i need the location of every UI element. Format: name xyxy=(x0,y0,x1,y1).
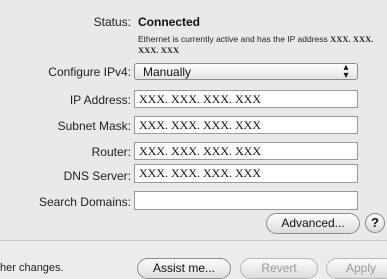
subnet-mask-field[interactable]: XXX. XXX. XXX. XXX xyxy=(134,116,358,134)
updown-arrows-icon: ▴ ▾ xyxy=(343,62,349,81)
footer-text: her changes. xyxy=(0,262,64,274)
configure-ipv4-value: Manually xyxy=(143,65,192,79)
assist-me-button[interactable]: Assist me... xyxy=(137,258,231,279)
status-description-text: Ethernet is currently active and has the… xyxy=(138,34,328,44)
search-domains-field[interactable] xyxy=(134,191,358,210)
ip-address-label: IP Address: xyxy=(69,93,131,107)
configure-ipv4-label: Configure IPv4: xyxy=(48,65,131,79)
advanced-button[interactable]: Advanced... xyxy=(266,213,360,234)
status-label: Status: xyxy=(93,15,131,29)
network-settings-panel: Status: Connected Ethernet is currently … xyxy=(0,0,387,240)
search-domains-label: Search Domains: xyxy=(38,195,131,209)
configure-ipv4-popup[interactable]: Manually ▴ ▾ xyxy=(134,62,358,81)
router-label: Router: xyxy=(91,145,131,159)
dns-server-label: DNS Server: xyxy=(63,169,131,183)
help-button[interactable]: ? xyxy=(365,213,385,233)
status-value: Connected xyxy=(138,15,201,29)
ip-address-field[interactable]: XXX. XXX. XXX. XXX xyxy=(134,90,358,108)
router-field[interactable]: XXX. XXX. XXX. XXX xyxy=(134,142,358,160)
dns-server-field[interactable]: XXX. XXX. XXX. XXX xyxy=(134,164,358,183)
revert-button[interactable]: Revert xyxy=(240,258,318,279)
apply-button[interactable]: Apply xyxy=(326,258,387,279)
subnet-mask-label: Subnet Mask: xyxy=(57,119,131,133)
status-description: Ethernet is currently active and has the… xyxy=(138,34,378,56)
